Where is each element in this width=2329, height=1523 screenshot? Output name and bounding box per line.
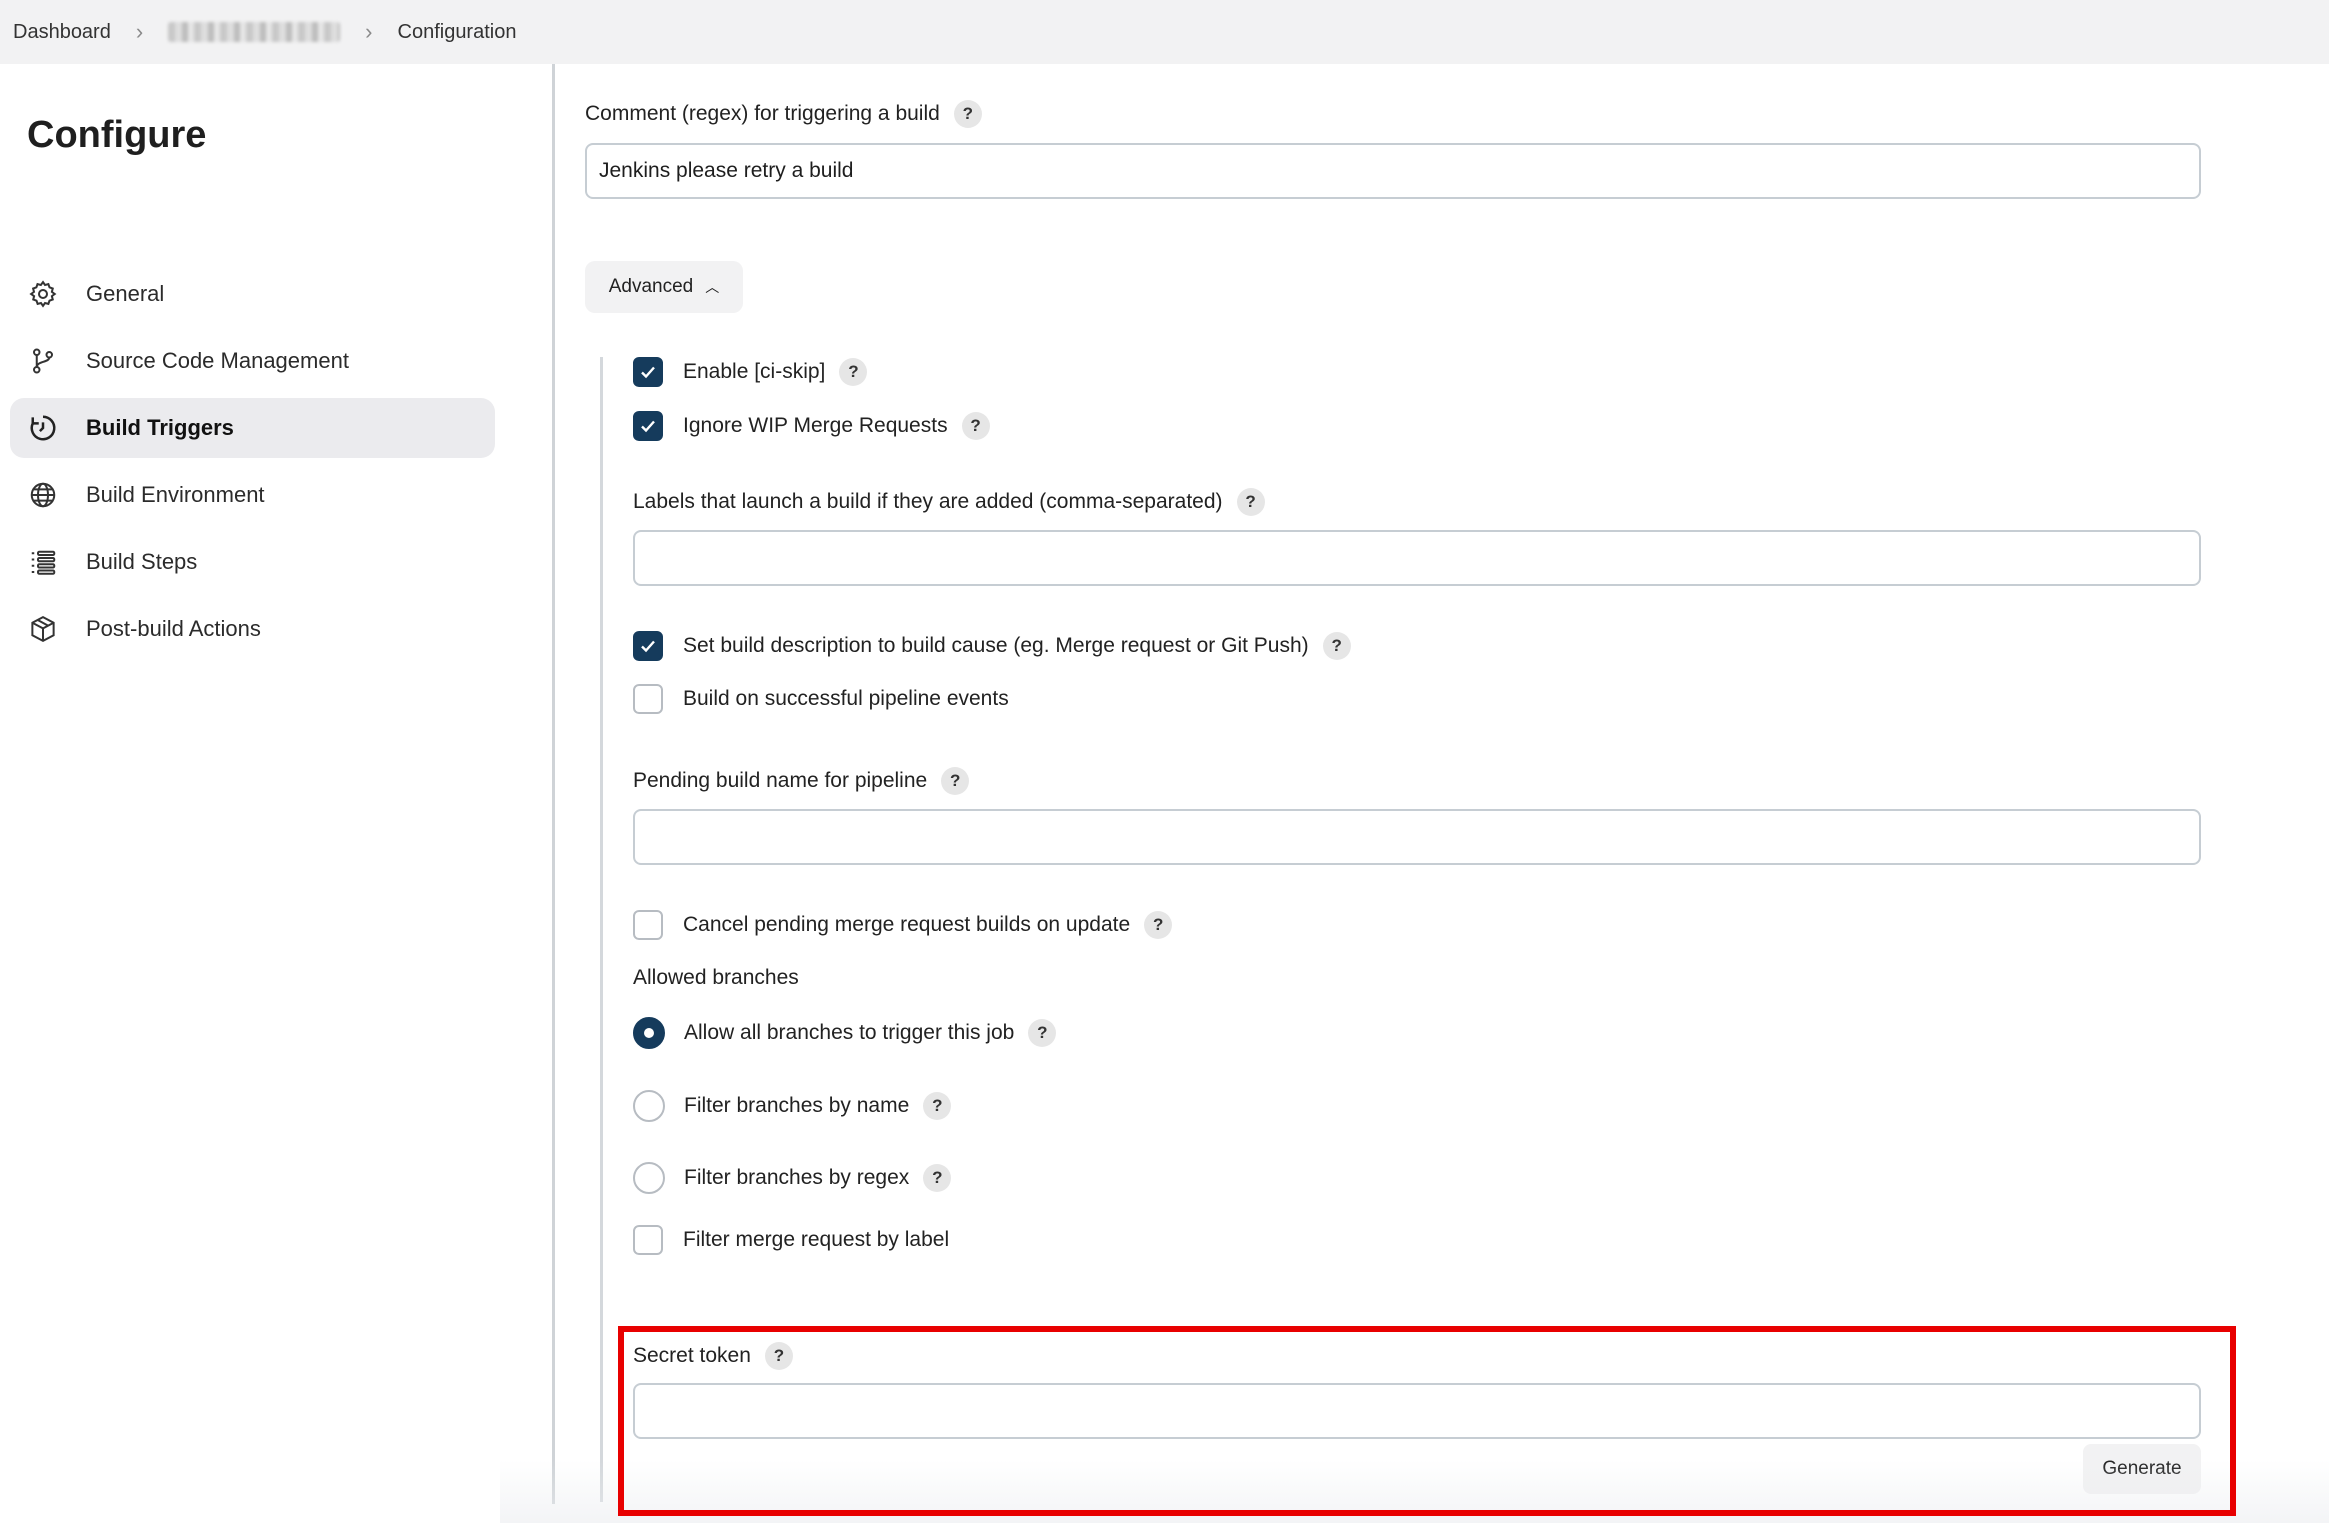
set-build-description-label: Set build description to build cause (eg… [683, 634, 1309, 657]
set-build-description-checkbox[interactable] [633, 631, 663, 661]
help-icon[interactable]: ? [953, 100, 982, 128]
chevron-right-icon: › [365, 19, 373, 44]
enable-ci-skip-row: Enable [ci-skip] ? [633, 357, 868, 387]
comment-regex-input[interactable] [585, 143, 2201, 199]
sidebar-item-post-build-actions[interactable]: Post-build Actions [10, 599, 495, 659]
sidebar-item-general[interactable]: General [10, 264, 495, 324]
sidebar-item-label: Source Code Management [86, 348, 349, 373]
radio-allow-all-row: Allow all branches to trigger this job ? [633, 1017, 1057, 1049]
sidebar-item-label: Build Steps [86, 549, 198, 574]
enable-ci-skip-label: Enable [ci-skip] [683, 360, 826, 383]
breadcrumb-dashboard[interactable]: Dashboard [13, 21, 111, 44]
ignore-wip-label: Ignore WIP Merge Requests [683, 414, 948, 437]
help-icon[interactable]: ? [1144, 911, 1173, 939]
page-title: Configure [27, 114, 207, 156]
enable-ci-skip-checkbox[interactable] [633, 357, 663, 387]
radio-filter-regex-label: Filter branches by regex [684, 1166, 910, 1189]
chevron-up-icon: ︿ [705, 279, 720, 295]
sidebar-nav: General Source Code Management Build Tri… [10, 264, 495, 666]
radio-filter-name-row: Filter branches by name ? [633, 1090, 952, 1122]
radio-filter-by-name[interactable] [633, 1090, 665, 1122]
comment-regex-label: Comment (regex) for triggering a build ? [585, 100, 982, 128]
chevron-right-icon: › [135, 19, 144, 44]
filter-merge-by-label-checkbox[interactable] [633, 1225, 663, 1255]
help-icon[interactable]: ? [1236, 488, 1265, 516]
check-icon [641, 640, 655, 653]
radio-allow-all-branches[interactable] [633, 1017, 665, 1049]
cancel-pending-checkbox[interactable] [633, 910, 663, 940]
build-on-pipeline-label: Build on successful pipeline events [683, 687, 1009, 710]
sidebar-divider [552, 64, 555, 1504]
sidebar-item-label: Build Environment [86, 482, 265, 507]
breadcrumb-job-redacted[interactable] [168, 22, 341, 42]
sidebar-item-label: General [86, 281, 165, 306]
ignore-wip-row: Ignore WIP Merge Requests ? [633, 411, 990, 441]
advanced-section-rail [600, 357, 603, 1502]
package-icon [26, 612, 60, 646]
cancel-pending-label: Cancel pending merge request builds on u… [683, 913, 1131, 936]
help-icon[interactable]: ? [961, 412, 990, 440]
sidebar-item-build-environment[interactable]: Build Environment [10, 465, 495, 525]
radio-filter-name-label: Filter branches by name [684, 1094, 910, 1117]
help-icon[interactable]: ? [941, 767, 970, 795]
radio-allow-all-label: Allow all branches to trigger this job [684, 1021, 1015, 1044]
radio-filter-regex-row: Filter branches by regex ? [633, 1162, 952, 1194]
clock-icon [26, 411, 60, 445]
labels-launch-label: Labels that launch a build if they are a… [633, 488, 1265, 516]
radio-filter-by-regex[interactable] [633, 1162, 665, 1194]
pending-build-name-label: Pending build name for pipeline ? [633, 767, 970, 795]
highlight-annotation-box [618, 1326, 2236, 1516]
help-icon[interactable]: ? [1028, 1019, 1057, 1047]
advanced-label: Advanced [608, 276, 694, 297]
labels-launch-input[interactable] [633, 530, 2201, 586]
branch-icon [26, 344, 60, 378]
help-icon[interactable]: ? [1322, 632, 1351, 660]
sidebar: Configure General Source Code Management… [0, 64, 552, 1523]
allowed-branches-label-text: Allowed branches [633, 966, 799, 989]
comment-regex-label-text: Comment (regex) for triggering a build [585, 102, 940, 125]
filter-merge-by-label-text: Filter merge request by label [683, 1228, 950, 1251]
sidebar-item-build-triggers[interactable]: Build Triggers [10, 398, 495, 458]
labels-launch-label-text: Labels that launch a build if they are a… [633, 490, 1223, 513]
breadcrumb: Dashboard › › Configuration [0, 0, 2329, 64]
sidebar-item-label: Post-build Actions [86, 616, 261, 641]
sidebar-item-source-code-management[interactable]: Source Code Management [10, 331, 495, 391]
cancel-pending-row: Cancel pending merge request builds on u… [633, 910, 1173, 940]
build-on-pipeline-checkbox[interactable] [633, 684, 663, 714]
check-icon [641, 420, 655, 433]
advanced-button[interactable]: Advanced ︿ [585, 261, 743, 313]
pending-build-name-label-text: Pending build name for pipeline [633, 769, 928, 792]
allowed-branches-label: Allowed branches [633, 966, 799, 990]
check-icon [641, 366, 655, 379]
build-on-pipeline-row: Build on successful pipeline events [633, 684, 1009, 714]
help-icon[interactable]: ? [923, 1092, 952, 1120]
help-icon[interactable]: ? [839, 358, 868, 386]
sidebar-item-label: Build Triggers [86, 415, 234, 440]
list-icon [26, 545, 60, 579]
set-build-description-row: Set build description to build cause (eg… [633, 631, 1351, 661]
globe-icon [26, 478, 60, 512]
gear-icon [26, 277, 60, 311]
pending-build-name-input[interactable] [633, 809, 2201, 865]
sidebar-item-build-steps[interactable]: Build Steps [10, 532, 495, 592]
help-icon[interactable]: ? [923, 1164, 952, 1192]
breadcrumb-configuration[interactable]: Configuration [398, 21, 517, 44]
ignore-wip-checkbox[interactable] [633, 411, 663, 441]
filter-merge-label-row: Filter merge request by label [633, 1225, 949, 1255]
